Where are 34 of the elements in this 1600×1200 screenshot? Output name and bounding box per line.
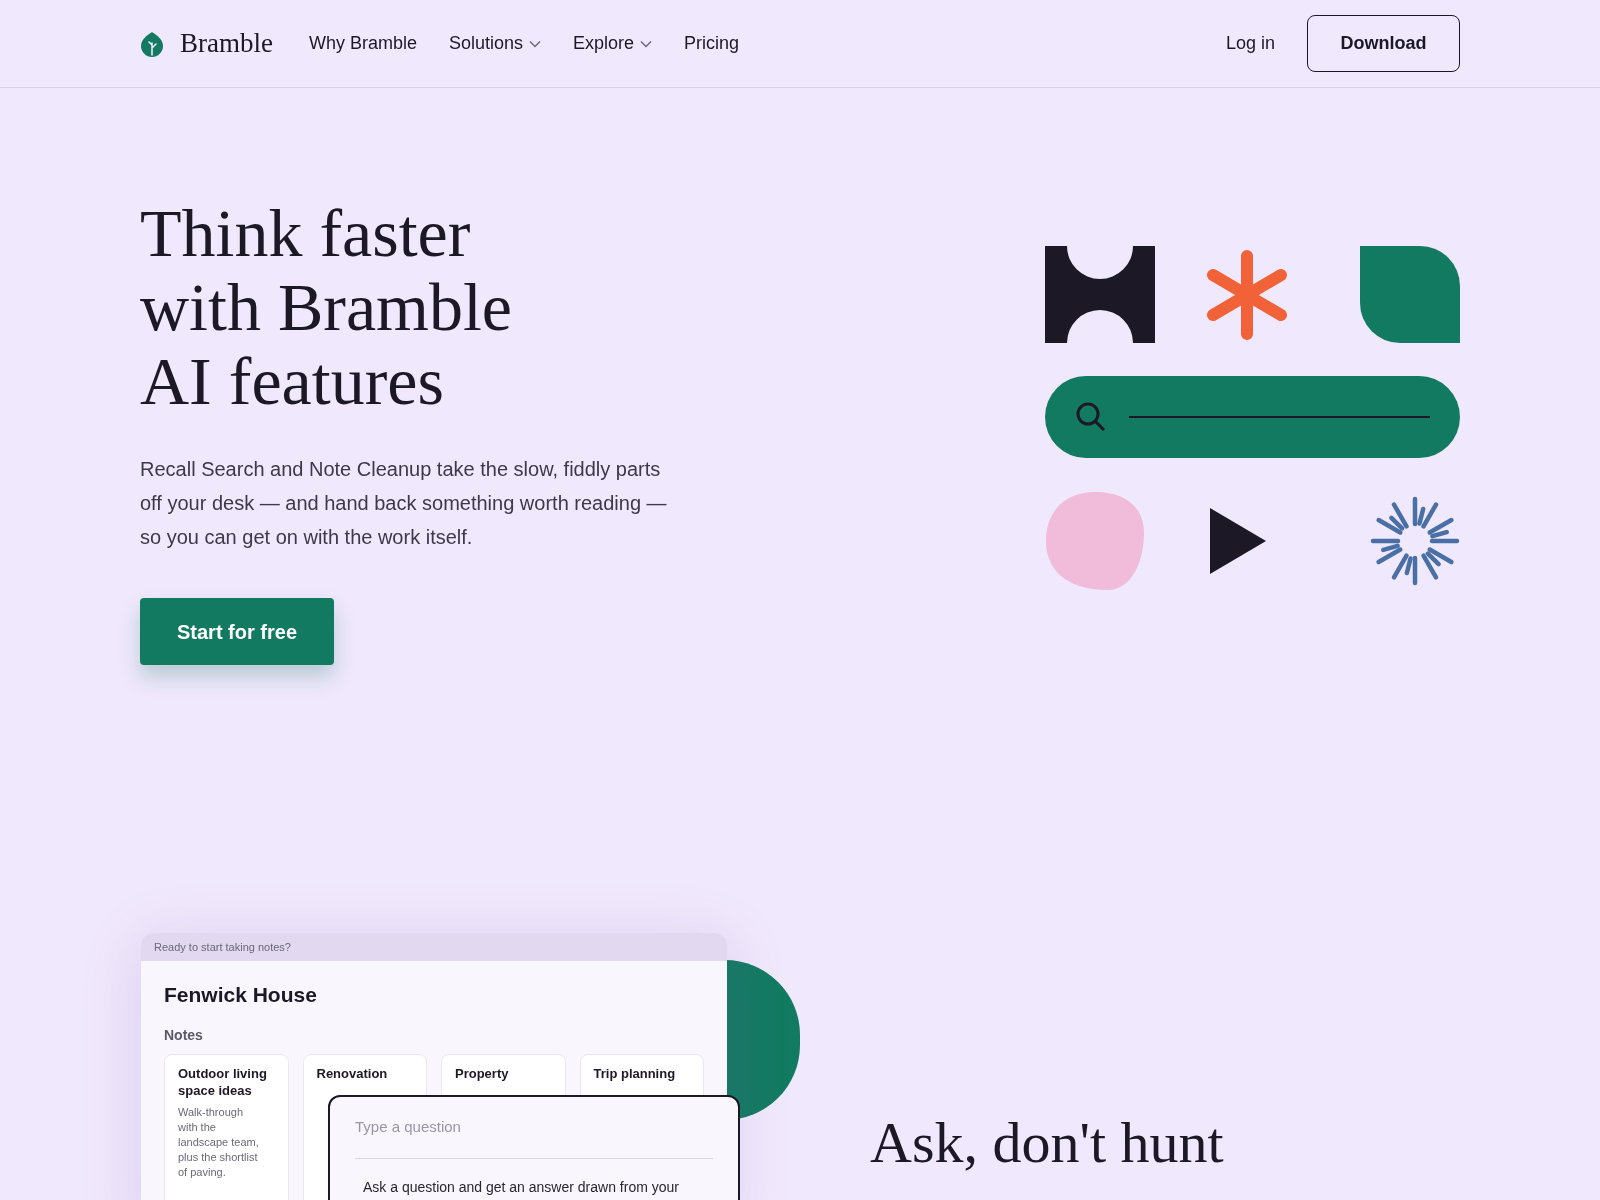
note-card-title: space ideas — [178, 1081, 253, 1099]
note-card-text: plus the shortlist — [178, 1149, 259, 1165]
start-button[interactable]: Start for free — [140, 598, 334, 665]
note-card-text: with the — [178, 1119, 217, 1135]
leaf-shape-icon — [1360, 246, 1460, 343]
nav-link[interactable]: Solutions — [449, 30, 542, 57]
blob-icon — [1045, 491, 1145, 591]
hero-title: Think faster with Bramble AI features — [140, 196, 514, 418]
note-card-title: Renovation — [316, 1064, 389, 1082]
burst-icon — [1370, 496, 1460, 586]
note-card-title: Property — [455, 1064, 510, 1082]
banner-text: Ready to start taking notes? — [154, 939, 291, 955]
nav-link[interactable]: Pricing — [684, 30, 740, 57]
note-card-text: Walk-through — [178, 1104, 244, 1120]
download-button[interactable]: Download — [1307, 15, 1460, 72]
leaf-logo-icon[interactable] — [140, 30, 164, 57]
brand-name[interactable]: Bramble — [180, 23, 273, 64]
play-icon — [1209, 508, 1266, 574]
hero-description: Recall Search and Note Cleanup take the slow, fiddly parts off your desk — and hand back something worth reading — so you can get on with the work itself. — [140, 457, 668, 550]
answer-text: Ask a question and get an answer drawn from your — [362, 1178, 680, 1197]
section-label: Notes — [164, 1025, 204, 1045]
asterisk-icon — [1204, 249, 1289, 340]
h-shape-icon — [1045, 246, 1155, 343]
note-card-text: landscape team, — [178, 1134, 260, 1150]
note-card-title: Trip planning — [593, 1064, 677, 1082]
note-card-title: Outdoor living — [178, 1064, 268, 1082]
note-card[interactable]: Outdoor living space ideas Walk-through with the landscape team, plus the shortlist of paving. — [164, 1053, 289, 1200]
search-icon — [1075, 401, 1107, 433]
nav-link[interactable]: Why Bramble — [309, 30, 417, 57]
note-title: Fenwick House — [164, 982, 318, 1008]
feature-heading: Ask, don't hunt — [870, 1109, 1224, 1177]
note-card-text: of paving. — [178, 1164, 227, 1180]
nav-link[interactable]: Explore — [573, 30, 653, 57]
login-link[interactable]: Log in — [1225, 30, 1275, 57]
